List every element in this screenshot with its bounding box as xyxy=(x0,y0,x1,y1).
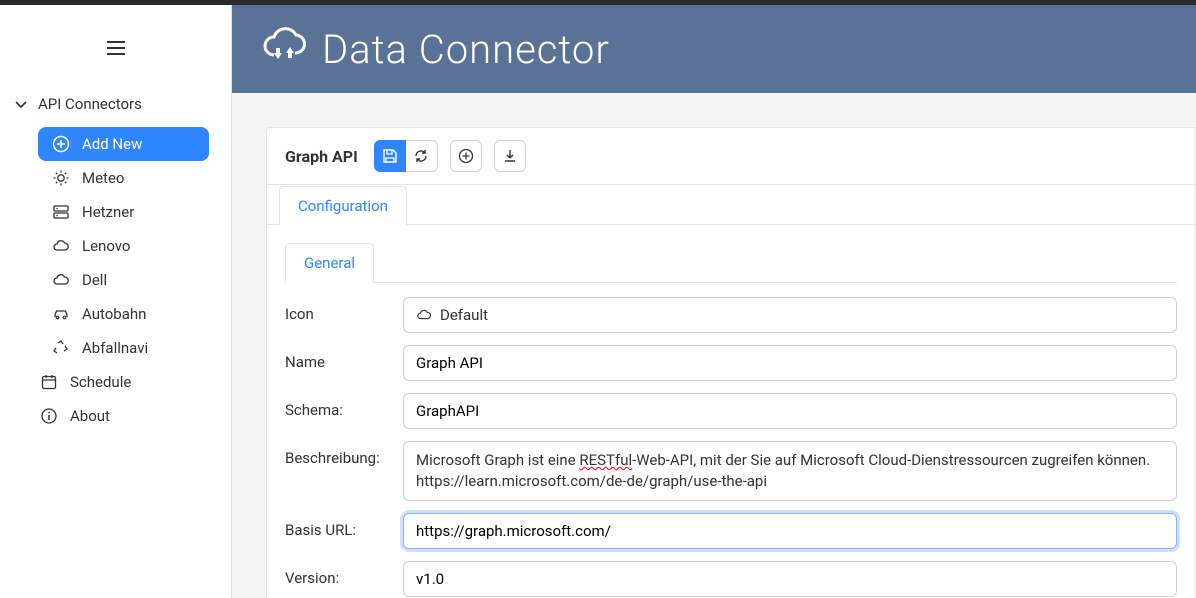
base-url-input[interactable] xyxy=(403,513,1177,549)
label-schema: Schema: xyxy=(285,393,385,419)
sidebar-item-add-new[interactable]: Add New xyxy=(38,127,209,161)
sidebar-item-dell[interactable]: Dell xyxy=(38,263,209,297)
sidebar-section-label: API Connectors xyxy=(38,95,142,113)
server-icon xyxy=(52,203,70,221)
description-textarea[interactable]: Microsoft Graph ist eine RESTful-Web-API… xyxy=(403,441,1177,501)
icon-select-value: Default xyxy=(440,306,488,324)
import-button[interactable] xyxy=(494,140,526,172)
sidebar-section-api-connectors[interactable]: API Connectors xyxy=(0,89,231,119)
app-logo-icon xyxy=(260,25,308,73)
sidebar-item-autobahn[interactable]: Autobahn xyxy=(38,297,209,331)
sun-icon xyxy=(52,169,70,187)
label-version: Version: xyxy=(285,561,385,587)
schema-input[interactable] xyxy=(403,393,1177,429)
sidebar-item-label: Hetzner xyxy=(82,203,134,221)
plus-circle-icon xyxy=(458,148,474,164)
refresh-icon xyxy=(413,148,429,164)
tab-configuration[interactable]: Configuration xyxy=(279,186,407,225)
label-icon: Icon xyxy=(285,297,385,323)
name-input[interactable] xyxy=(403,345,1177,381)
download-icon xyxy=(502,148,518,164)
hamburger-icon xyxy=(107,41,125,55)
sidebar-item-abfallnavi[interactable]: Abfallnavi xyxy=(38,331,209,365)
cloud-icon xyxy=(52,271,70,289)
app-header: Data Connector xyxy=(232,5,1196,93)
sidebar-item-label: Schedule xyxy=(70,373,131,391)
sidebar-item-label: Dell xyxy=(82,271,107,289)
panel-title: Graph API xyxy=(285,147,358,166)
main-area: Data Connector Graph API xyxy=(232,5,1196,598)
car-icon xyxy=(52,305,70,323)
icon-select[interactable]: Default xyxy=(403,297,1177,333)
hamburger-menu-button[interactable] xyxy=(107,40,125,59)
app-title: Data Connector xyxy=(322,26,610,73)
add-button[interactable] xyxy=(450,140,482,172)
save-icon xyxy=(382,148,398,164)
plus-circle-icon xyxy=(52,135,70,153)
label-description: Beschreibung: xyxy=(285,441,385,467)
cloud-icon xyxy=(52,237,70,255)
sidebar-item-label: Autobahn xyxy=(82,305,146,323)
save-button[interactable] xyxy=(374,140,406,172)
sidebar-item-meteo[interactable]: Meteo xyxy=(38,161,209,195)
sidebar-item-label: About xyxy=(70,407,110,425)
sidebar-item-lenovo[interactable]: Lenovo xyxy=(38,229,209,263)
sidebar-item-about[interactable]: About xyxy=(0,399,231,433)
sidebar-item-label: Abfallnavi xyxy=(82,339,148,357)
refresh-button[interactable] xyxy=(406,140,438,172)
chevron-down-icon xyxy=(14,97,28,111)
recycle-icon xyxy=(52,339,70,357)
cloud-icon xyxy=(416,307,432,323)
sidebar-item-hetzner[interactable]: Hetzner xyxy=(38,195,209,229)
version-input[interactable] xyxy=(403,561,1177,597)
sidebar: API Connectors Add New Meteo Hetzner Len… xyxy=(0,5,232,598)
sidebar-item-label: Meteo xyxy=(82,169,124,187)
sidebar-item-label: Lenovo xyxy=(82,237,130,255)
sidebar-item-label: Add New xyxy=(82,135,142,153)
info-icon xyxy=(40,407,58,425)
label-name: Name xyxy=(285,345,385,371)
tab-general[interactable]: General xyxy=(285,243,374,283)
sidebar-item-schedule[interactable]: Schedule xyxy=(0,365,231,399)
label-base-url: Basis URL: xyxy=(285,513,385,539)
connector-panel: Graph API xyxy=(266,127,1196,598)
calendar-icon xyxy=(40,373,58,391)
